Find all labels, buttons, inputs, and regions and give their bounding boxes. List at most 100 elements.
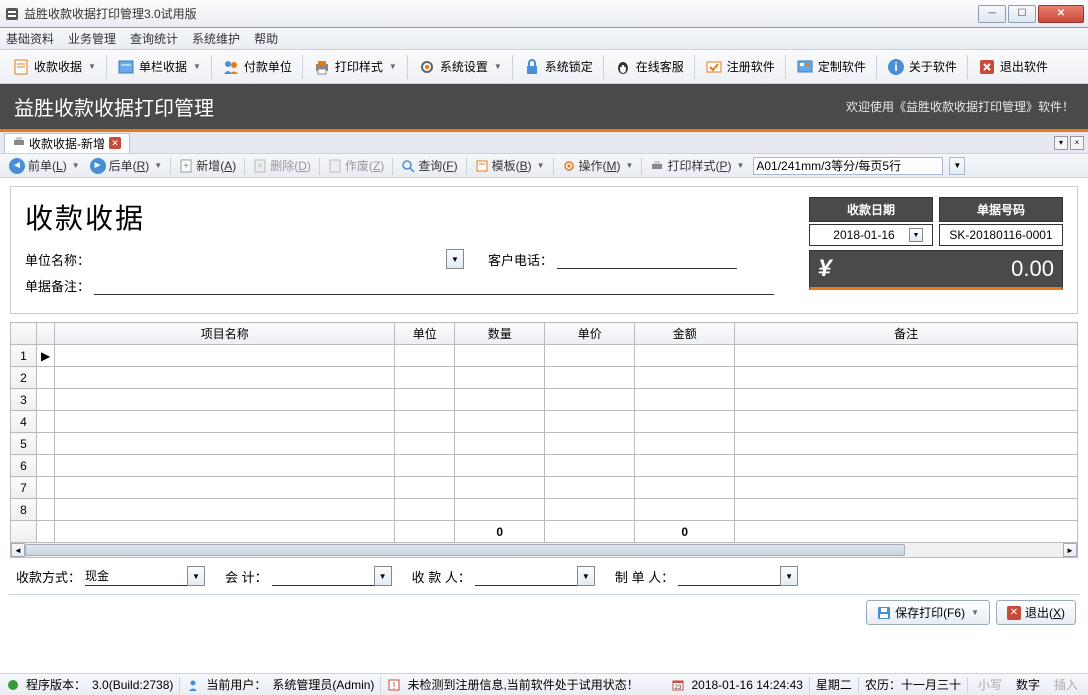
col-qty[interactable]: 数量 (455, 323, 545, 345)
custom-icon (796, 58, 814, 76)
remark-input[interactable] (94, 275, 774, 295)
user-value: 系统管理员(Admin) (272, 676, 374, 693)
table-row[interactable]: 8 (11, 499, 1078, 521)
arrow-right-icon: ► (90, 158, 106, 174)
paytype-dropdown[interactable]: ▼ (187, 566, 205, 586)
tab-dropdown-button[interactable]: ▾ (1054, 136, 1068, 150)
system-lock-button[interactable]: 系统锁定 (517, 55, 599, 79)
datetime: 2018-01-16 14:24:43 (691, 678, 802, 692)
single-icon (117, 58, 135, 76)
gear-icon (418, 58, 436, 76)
table-row[interactable]: 6 (11, 455, 1078, 477)
sum-row: 0 0 (11, 521, 1078, 543)
svg-text:i: i (894, 60, 897, 74)
online-service-button[interactable]: 在线客服 (608, 55, 690, 79)
scroll-right-icon[interactable]: ► (1063, 543, 1077, 557)
close-icon: ✕ (1007, 606, 1021, 620)
col-price[interactable]: 单价 (545, 323, 635, 345)
about-button[interactable]: i关于软件 (881, 55, 963, 79)
table-row[interactable]: 7 (11, 477, 1078, 499)
sum-qty: 0 (455, 521, 545, 543)
template-button[interactable]: 模板(B)▼ (470, 155, 550, 176)
company-dropdown[interactable]: ▼ (446, 249, 464, 269)
menu-maintain[interactable]: 系统维护 (192, 30, 240, 47)
accountant-input[interactable] (272, 566, 374, 586)
exit-action-button[interactable]: ✕ 退出(X) (996, 600, 1076, 625)
num-status: 数字 (1012, 676, 1044, 693)
remark-label: 单据备注： (25, 276, 90, 295)
scroll-thumb[interactable] (25, 544, 905, 556)
print-style-button[interactable]: 打印样式▼ (307, 55, 403, 79)
void-button[interactable]: 作废(Z) (323, 155, 389, 176)
maker-input[interactable] (678, 566, 780, 586)
printer-icon (650, 159, 664, 173)
register-button[interactable]: 注册软件 (699, 55, 781, 79)
tab-close-all-button[interactable]: × (1070, 136, 1084, 150)
table-row[interactable]: 5 (11, 433, 1078, 455)
company-input[interactable] (94, 249, 446, 269)
menu-help[interactable]: 帮助 (254, 30, 278, 47)
col-remark[interactable]: 备注 (735, 323, 1078, 345)
col-unit[interactable]: 单位 (395, 323, 455, 345)
menu-business[interactable]: 业务管理 (68, 30, 116, 47)
date-dropdown[interactable]: ▼ (909, 228, 923, 242)
add-button[interactable]: +新增(A) (174, 155, 241, 176)
lock-icon (523, 58, 541, 76)
row-number: 4 (11, 411, 37, 433)
query-button[interactable]: 查询(F) (396, 155, 462, 176)
print-style-dropdown[interactable]: ▼ (949, 157, 965, 175)
phone-input[interactable] (557, 249, 737, 269)
custom-button[interactable]: 定制软件 (790, 55, 872, 79)
tab-label: 收款收据-新增 (29, 135, 105, 152)
amount-value: 0.00 (831, 256, 1054, 282)
maker-dropdown[interactable]: ▼ (780, 566, 798, 586)
horizontal-scrollbar[interactable]: ◄ ► (10, 543, 1078, 558)
save-print-button[interactable]: 保存打印(F6) ▼ (866, 600, 990, 625)
paytype-label: 收款方式： (16, 567, 81, 586)
scroll-left-icon[interactable]: ◄ (11, 543, 25, 557)
exit-button[interactable]: 退出软件 (972, 55, 1054, 79)
delete-button[interactable]: ×删除(D) (248, 155, 316, 176)
next-button[interactable]: ►后单(R)▼ (85, 155, 168, 176)
reg-status: 未检测到注册信息,当前软件处于试用状态！ (407, 676, 638, 693)
yen-icon: ¥ (818, 255, 831, 283)
receipt-button[interactable]: 收款收据▼ (6, 55, 102, 79)
table-row[interactable]: 1▶ (11, 345, 1078, 367)
receiver-input[interactable] (475, 566, 577, 586)
chevron-down-icon: ▼ (88, 62, 96, 71)
lunar: 农历：十一月三十 (865, 676, 961, 693)
single-receipt-button[interactable]: 单栏收据▼ (111, 55, 207, 79)
operate-button[interactable]: 操作(M)▼ (557, 155, 639, 176)
people-icon (222, 58, 240, 76)
date-input[interactable] (819, 228, 909, 242)
print-style-select[interactable] (753, 157, 943, 175)
status-dot-icon (6, 678, 20, 692)
menu-basic[interactable]: 基础资料 (6, 30, 54, 47)
maker-label: 制 单 人： (615, 567, 674, 586)
template-icon (475, 159, 489, 173)
warn-icon: ! (387, 678, 401, 692)
paytype-input[interactable] (85, 566, 187, 586)
menu-query[interactable]: 查询统计 (130, 30, 178, 47)
table-row[interactable]: 4 (11, 411, 1078, 433)
maximize-button[interactable]: ☐ (1008, 5, 1036, 23)
accountant-dropdown[interactable]: ▼ (374, 566, 392, 586)
tab-receipt-new[interactable]: 收款收据-新增 ✕ (4, 133, 130, 153)
receipt-icon (12, 58, 30, 76)
close-button[interactable]: ✕ (1038, 5, 1084, 23)
receiver-dropdown[interactable]: ▼ (577, 566, 595, 586)
number-header-label: 单据号码 (939, 197, 1063, 222)
table-row[interactable]: 3 (11, 389, 1078, 411)
table-row[interactable]: 2 (11, 367, 1078, 389)
minimize-button[interactable]: ─ (978, 5, 1006, 23)
payer-button[interactable]: 付款单位 (216, 55, 298, 79)
prev-button[interactable]: ◄前单(L)▼ (4, 155, 85, 176)
print-style-sub-button[interactable]: 打印样式(P)▼ (645, 155, 749, 176)
tabstrip: 收款收据-新增 ✕ ▾ × (0, 132, 1088, 154)
menubar: 基础资料 业务管理 查询统计 系统维护 帮助 (0, 28, 1088, 50)
system-settings-button[interactable]: 系统设置▼ (412, 55, 508, 79)
col-item[interactable]: 项目名称 (55, 323, 395, 345)
col-amount[interactable]: 金额 (635, 323, 735, 345)
titlebar: 益胜收款收据打印管理3.0试用版 ─ ☐ ✕ (0, 0, 1088, 28)
tab-close-icon[interactable]: ✕ (109, 137, 121, 149)
